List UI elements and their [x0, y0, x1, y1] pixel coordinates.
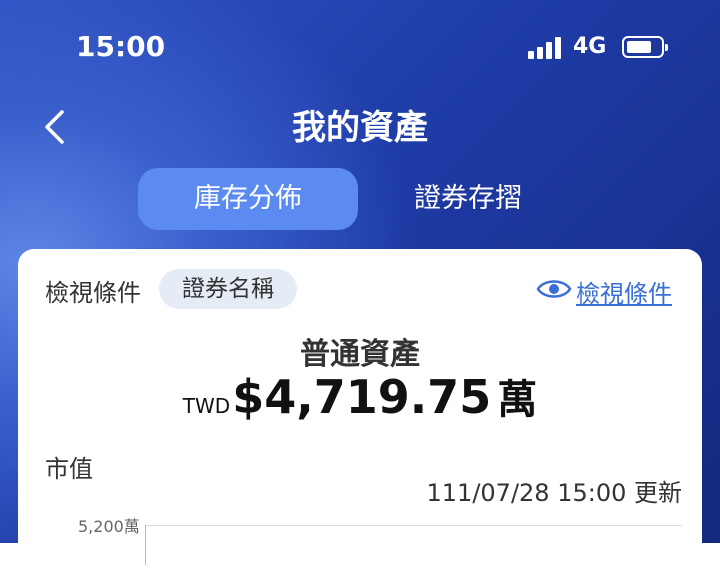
network-type: 4G: [573, 34, 607, 59]
chart-y-tick: 5,200萬: [78, 517, 140, 536]
filter-label: 檢視條件: [45, 279, 141, 307]
view-conditions-link[interactable]: 檢視條件: [576, 274, 672, 309]
tab-securities-passbook[interactable]: 證券存摺: [358, 168, 578, 230]
chart-grid-line: [145, 525, 682, 526]
currency-code: TWD: [182, 394, 231, 418]
eye-icon[interactable]: [536, 277, 572, 301]
status-time: 15:00: [76, 30, 166, 63]
battery-icon: [622, 36, 668, 58]
signal-icon: [528, 37, 562, 59]
amount-unit: 萬: [497, 377, 538, 423]
filter-chip[interactable]: 證券名稱: [159, 269, 297, 309]
asset-amount: TWD$4,719.75 萬: [18, 367, 702, 425]
market-value-label: 市值: [45, 455, 93, 483]
page-title: 我的資產: [292, 108, 428, 148]
tab-holdings-distribution[interactable]: 庫存分佈: [138, 168, 358, 230]
amount-value: $4,719.75: [232, 370, 492, 424]
asset-card: 檢視條件 證券名稱 檢視條件 普通資產 TWD$4,719.75 萬 市值 111…: [18, 249, 702, 569]
update-timestamp: 111/07/28 15:00 更新: [426, 479, 682, 507]
chart-y-axis: [145, 525, 146, 565]
